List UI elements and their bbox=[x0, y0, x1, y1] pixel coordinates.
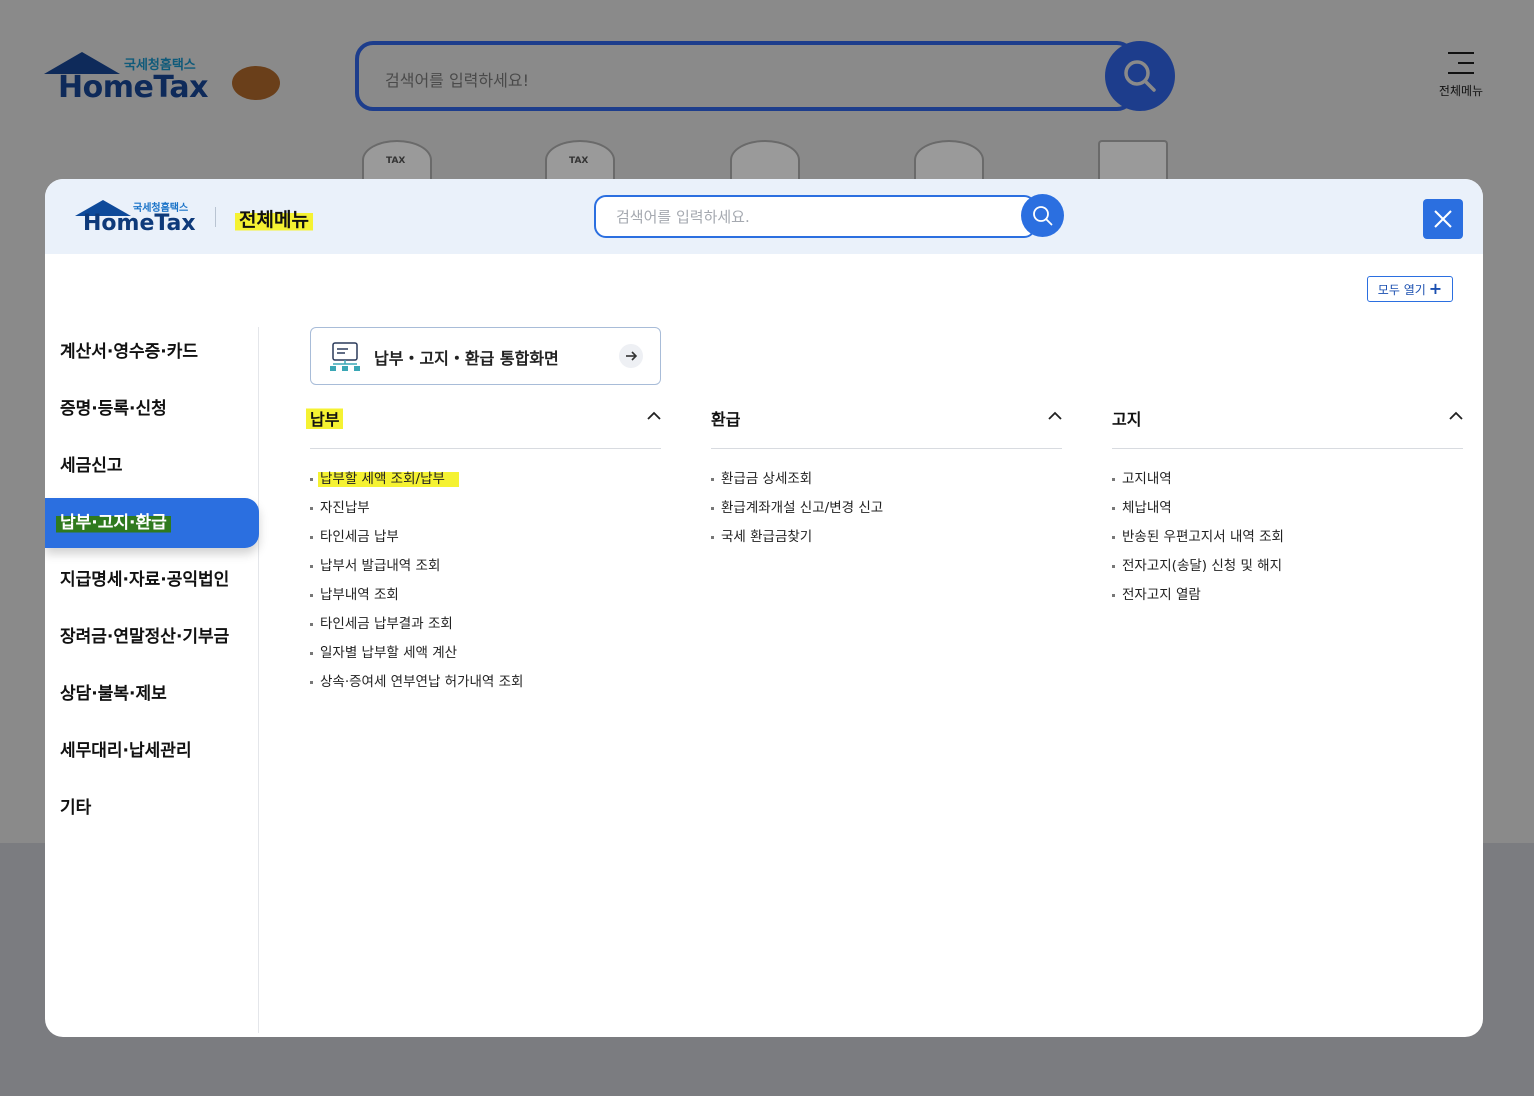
sidebar-item-certificate[interactable]: 증명·등록·신청 bbox=[45, 384, 259, 434]
background-search-placeholder: 검색어를 입력하세요! bbox=[385, 71, 529, 90]
list-item[interactable]: 환급금 상세조회 bbox=[711, 469, 1062, 498]
refund-section-header[interactable]: 환급 bbox=[711, 401, 1062, 449]
pumpkin-icon bbox=[232, 66, 280, 100]
list-item[interactable]: 납부내역 조회 bbox=[310, 585, 661, 614]
notice-links: 고지내역 체납내역 반송된 우편고지서 내역 조회 전자고지(송달) 신청 및 … bbox=[1112, 469, 1463, 614]
category-sidebar: 계산서·영수증·카드 증명·등록·신청 세금신고 납부·고지·환급 지급명세·자… bbox=[45, 327, 259, 1033]
expand-all-button[interactable]: 모두 열기 + bbox=[1367, 276, 1453, 302]
list-item[interactable]: 납부할 세액 조회/납부 bbox=[310, 469, 661, 498]
header-divider bbox=[215, 207, 216, 227]
tax-label: TAX bbox=[386, 156, 406, 166]
arrow-right-icon bbox=[619, 344, 643, 368]
background-menu-button: 전체메뉴 bbox=[1430, 52, 1492, 99]
list-item[interactable]: 국세 환급금찾기 bbox=[711, 527, 1062, 556]
refund-section-title: 환급 bbox=[711, 410, 741, 429]
modal-logo[interactable]: 국세청홈택스 HomeTax bbox=[75, 197, 205, 239]
modal-logo-big: HomeTax bbox=[83, 211, 196, 236]
notice-section: 고지 고지내역 체납내역 반송된 우편고지서 내역 조회 전자고지(송달) 신청… bbox=[1112, 401, 1463, 614]
tax-document-icon: TAX bbox=[545, 140, 615, 180]
close-button[interactable] bbox=[1423, 199, 1463, 239]
integrated-screen-shortcut[interactable]: 납부・고지・환급 통합화면 bbox=[310, 327, 661, 385]
list-item[interactable]: 일자별 납부할 세액 계산 bbox=[310, 643, 661, 672]
list-item[interactable]: 타인세금 납부 bbox=[310, 527, 661, 556]
receipt-icon bbox=[730, 140, 800, 180]
background-logo-big: HomeTax bbox=[58, 70, 209, 105]
background-logo: 국세청홈택스 HomeTax bbox=[44, 50, 294, 110]
close-icon bbox=[1434, 210, 1452, 228]
sidebar-item-payment[interactable]: 납부·고지·환급 bbox=[45, 498, 259, 548]
notice-section-title: 고지 bbox=[1112, 410, 1142, 429]
shortcut-label: 납부・고지・환급 통합화면 bbox=[374, 349, 559, 368]
monitor-network-icon bbox=[330, 342, 360, 371]
list-item[interactable]: 자진납부 bbox=[310, 498, 661, 527]
sidebar-item-statements[interactable]: 지급명세·자료·공익법인 bbox=[45, 555, 259, 605]
sidebar-item-invoice[interactable]: 계산서·영수증·카드 bbox=[45, 327, 259, 377]
tax-envelope-icon: TAX bbox=[362, 140, 432, 180]
sidebar-item-incentives[interactable]: 장려금·연말정산·기부금 bbox=[45, 612, 259, 662]
modal-search-button[interactable] bbox=[1021, 194, 1064, 237]
sidebar-item-tax-filing[interactable]: 세금신고 bbox=[45, 441, 259, 491]
list-item[interactable]: 반송된 우편고지서 내역 조회 bbox=[1112, 527, 1463, 556]
list-item[interactable]: 체납내역 bbox=[1112, 498, 1463, 527]
background-search-input: 검색어를 입력하세요! bbox=[355, 41, 1135, 111]
sidebar-item-consulting[interactable]: 상담·불복·제보 bbox=[45, 669, 259, 719]
list-item[interactable]: 환급계좌개설 신고/변경 신고 bbox=[711, 498, 1062, 527]
modal-search-field bbox=[594, 195, 1036, 238]
refund-links: 환급금 상세조회 환급계좌개설 신고/변경 신고 국세 환급금찾기 bbox=[711, 469, 1062, 556]
background-search-button bbox=[1105, 41, 1175, 111]
list-item[interactable]: 납부서 발급내역 조회 bbox=[310, 556, 661, 585]
link-label: 납부할 세액 조회/납부 bbox=[318, 470, 459, 488]
plus-icon: + bbox=[1428, 279, 1443, 298]
tax-label: TAX bbox=[569, 156, 589, 166]
receipt-search-icon bbox=[914, 140, 984, 180]
sidebar-item-tax-agent[interactable]: 세무대리·납세관리 bbox=[45, 726, 259, 776]
payment-links: 납부할 세액 조회/납부 자진납부 타인세금 납부 납부서 발급내역 조회 납부… bbox=[310, 469, 661, 701]
background-menu-label: 전체메뉴 bbox=[1438, 84, 1484, 98]
list-item[interactable]: 전자고지 열람 bbox=[1112, 585, 1463, 614]
list-item[interactable]: 고지내역 bbox=[1112, 469, 1463, 498]
list-item[interactable]: 타인세금 납부결과 조회 bbox=[310, 614, 661, 643]
chevron-up-icon bbox=[1449, 411, 1463, 420]
chevron-up-icon bbox=[1048, 411, 1062, 420]
chevron-up-icon bbox=[647, 411, 661, 420]
notice-section-header[interactable]: 고지 bbox=[1112, 401, 1463, 449]
payment-section: 납부 납부할 세액 조회/납부 자진납부 타인세금 납부 납부서 발급내역 조회… bbox=[306, 401, 661, 701]
list-item[interactable]: 전자고지(송달) 신청 및 해지 bbox=[1112, 556, 1463, 585]
store-icon bbox=[1098, 140, 1168, 180]
refund-section: 환급 환급금 상세조회 환급계좌개설 신고/변경 신고 국세 환급금찾기 bbox=[711, 401, 1062, 556]
sidebar-item-etc[interactable]: 기타 bbox=[45, 783, 259, 833]
search-icon bbox=[1124, 60, 1156, 92]
hamburger-icon bbox=[1448, 52, 1474, 74]
full-menu-modal: 국세청홈택스 HomeTax 전체메뉴 모두 열기+ 계산서·영수증·카드 증명… bbox=[45, 179, 1483, 1037]
search-icon bbox=[1033, 206, 1053, 226]
modal-header: 국세청홈택스 HomeTax 전체메뉴 bbox=[45, 179, 1483, 254]
modal-search-input[interactable] bbox=[596, 197, 996, 236]
sidebar-item-label: 납부·고지·환급 bbox=[56, 511, 171, 535]
list-item[interactable]: 상속·증여세 연부연납 허가내역 조회 bbox=[310, 672, 661, 701]
payment-section-title: 납부 bbox=[306, 406, 344, 430]
payment-section-header[interactable]: 납부 bbox=[306, 401, 661, 449]
modal-title: 전체메뉴 bbox=[235, 205, 313, 232]
expand-all-label: 모두 열기 bbox=[1377, 283, 1426, 297]
